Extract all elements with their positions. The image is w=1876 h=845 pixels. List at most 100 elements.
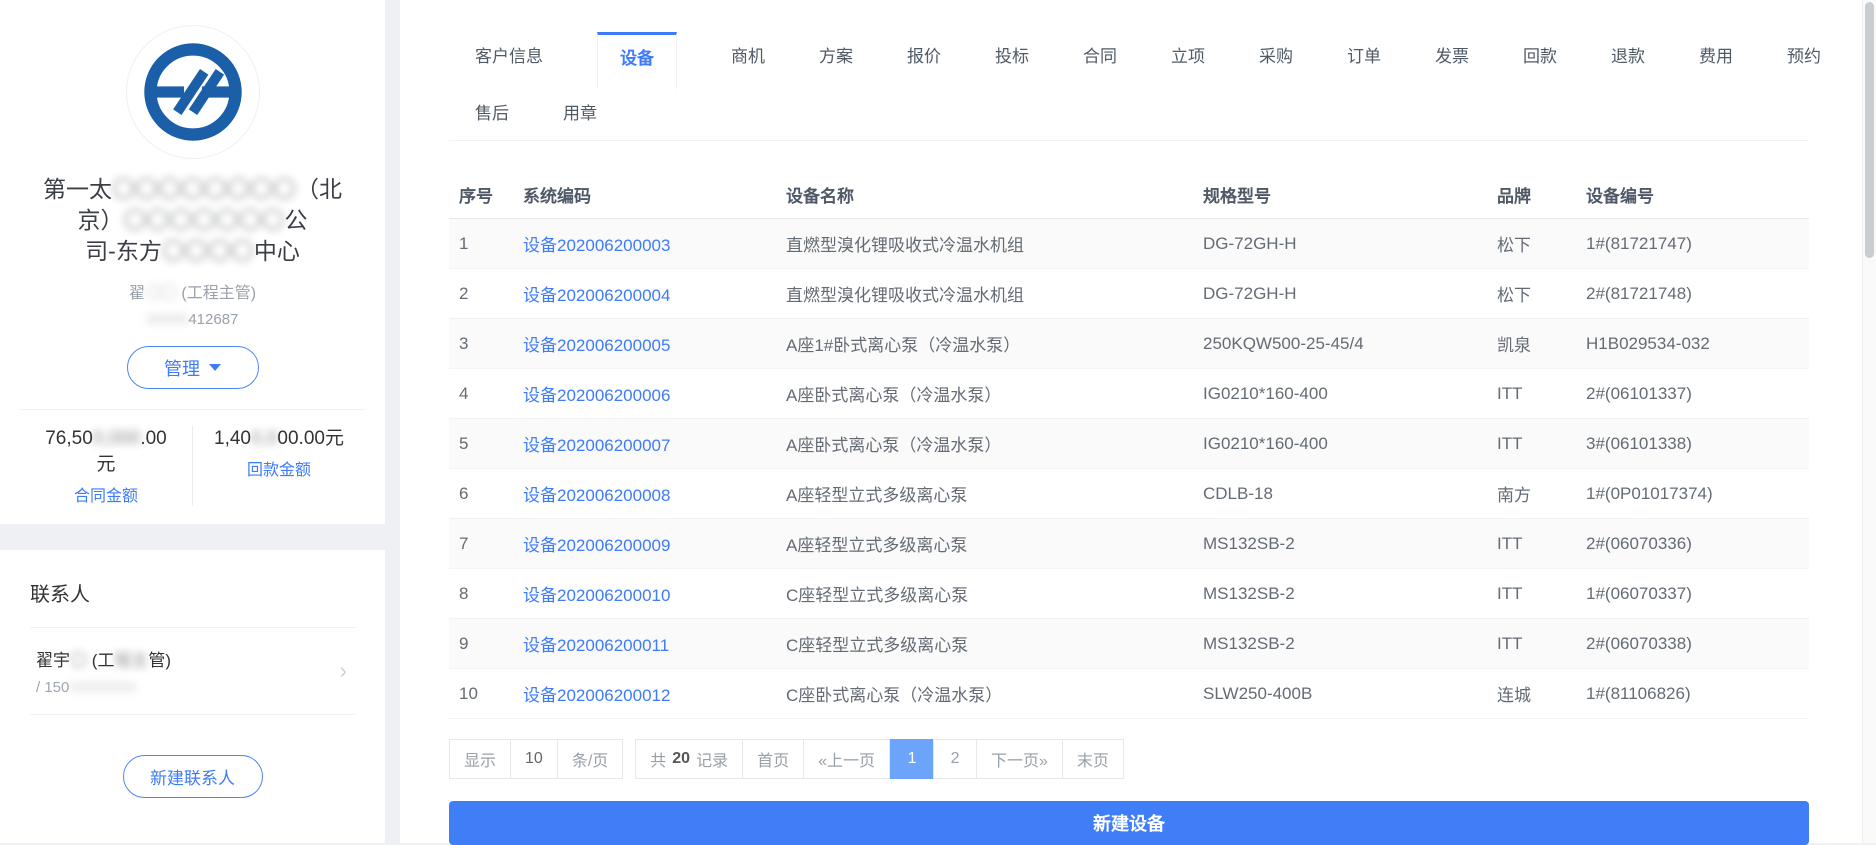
table-row: 1 设备202006200003 直燃型溴化锂吸收式冷温水机组 DG-72GH-H 松下… (449, 219, 1809, 269)
tab-equipment[interactable]: 设备 (597, 32, 677, 89)
cell-name: A座1#卧式离心泵（冷温水泵） (786, 336, 1021, 355)
sidebar: 第一太〇〇〇〇〇〇〇〇（北 京）〇〇〇〇〇〇〇公 司-东方〇〇〇〇中心 翟〇〇 … (0, 0, 385, 843)
main-panel: 客户信息 设备 商机 方案 报价 投标 合同 立项 采购 订单 发票 回款 退款 费用 预约 售后 用章 序号… (400, 0, 1862, 845)
cell-code[interactable]: 设备202006200005 (523, 331, 786, 356)
cell-brand: 南方 (1497, 486, 1531, 505)
manage-button[interactable]: 管理 (126, 346, 259, 389)
next-page-button[interactable]: 下一页» (976, 739, 1063, 779)
table-row: 4 设备202006200006 A座卧式离心泵（冷温水泵） IG0210*160-4… (449, 369, 1809, 419)
cell-brand: ITT (1497, 383, 1523, 403)
tab-bidding[interactable]: 投标 (995, 0, 1029, 89)
cell-name: A座卧式离心泵（冷温水泵） (786, 386, 1002, 405)
tab-order[interactable]: 订单 (1347, 0, 1381, 89)
cell-seq: 6 (459, 483, 469, 503)
cell-name: A座轻型立式多级离心泵 (786, 536, 968, 555)
equipment-table: 序号 系统编码 设备名称 规格型号 品牌 设备编号 1 设备202006200003 直燃型溴… (449, 171, 1809, 719)
cell-name: C座轻型立式多级离心泵 (786, 636, 969, 655)
cell-code[interactable]: 设备202006200010 (523, 581, 786, 606)
tab-after-sales[interactable]: 售后 (475, 89, 509, 140)
cell-code[interactable]: 设备202006200006 (523, 381, 786, 406)
scrollbar-thumb[interactable] (1865, 2, 1874, 258)
tab-refund[interactable]: 退款 (1611, 0, 1645, 89)
cell-brand: ITT (1497, 633, 1523, 653)
cell-code[interactable]: 设备202006200007 (523, 431, 786, 456)
page-1[interactable]: 1 (890, 739, 935, 779)
cell-seq: 1 (459, 233, 469, 253)
cell-number: 1#(81106826) (1586, 683, 1691, 703)
cell-seq: 9 (459, 633, 469, 653)
cell-model: DG-72GH-H (1203, 233, 1297, 253)
per-page-label: 条/页 (556, 739, 624, 779)
cell-model: MS132SB-2 (1203, 533, 1295, 553)
caret-down-icon (209, 364, 221, 371)
col-header-number: 设备编号 (1586, 187, 1654, 206)
table-row: 8 设备202006200010 C座轻型立式多级离心泵 MS132SB-2 ITT 1#… (449, 569, 1809, 619)
tab-opportunity[interactable]: 商机 (731, 0, 765, 89)
col-header-brand: 品牌 (1497, 187, 1531, 206)
cell-code[interactable]: 设备202006200008 (523, 481, 786, 506)
table-row: 9 设备202006200011 C座轻型立式多级离心泵 MS132SB-2 ITT 2#… (449, 619, 1809, 669)
page-size-value[interactable]: 10 (510, 739, 558, 779)
vertical-scrollbar (1862, 0, 1876, 843)
contact-list-item[interactable]: 翟宇〇 (工程主管) / 15000000000 › (30, 628, 355, 715)
contract-amount-metric: 76,500,000.00 元 合同金额 (20, 426, 192, 506)
cell-code[interactable]: 设备202006200011 (523, 631, 786, 656)
company-logo (126, 26, 259, 158)
cell-code[interactable]: 设备202006200009 (523, 531, 786, 556)
cell-seq: 2 (459, 283, 469, 303)
table-row: 5 设备202006200007 A座卧式离心泵（冷温水泵） IG0210*160-4… (449, 419, 1809, 469)
table-header-row: 序号 系统编码 设备名称 规格型号 品牌 设备编号 (449, 171, 1809, 219)
cell-code[interactable]: 设备202006200003 (523, 231, 786, 256)
tab-solution[interactable]: 方案 (819, 0, 853, 89)
cell-number: 2#(06070338) (1586, 633, 1692, 653)
tab-payment-collection[interactable]: 回款 (1523, 0, 1557, 89)
cell-name: C座轻型立式多级离心泵 (786, 586, 969, 605)
tab-contract[interactable]: 合同 (1083, 0, 1117, 89)
show-label: 显示 (449, 739, 512, 779)
cell-brand: ITT (1497, 433, 1523, 453)
last-page-button[interactable]: 末页 (1061, 739, 1124, 779)
cell-number: H1B029534-032 (1586, 333, 1710, 353)
received-amount-label[interactable]: 回款金额 (193, 456, 365, 480)
received-amount-value: 1,400,000.00元 (214, 428, 344, 449)
new-device-button[interactable]: 新建设备 (449, 801, 1809, 845)
tab-appointment[interactable]: 预约 (1787, 0, 1821, 89)
tab-seal[interactable]: 用章 (563, 89, 597, 140)
contract-amount-label[interactable]: 合同金额 (20, 482, 192, 506)
tab-procurement[interactable]: 采购 (1259, 0, 1293, 89)
first-page-button[interactable]: 首页 (742, 739, 805, 779)
tab-quotation[interactable]: 报价 (907, 0, 941, 89)
cell-model: MS132SB-2 (1203, 583, 1295, 603)
company-name-line-1: 第一太〇〇〇〇〇〇〇〇（北 (43, 176, 342, 202)
pager-group: 共 20 记录 首页 «上一页 12 下一页» 末页 (635, 739, 1124, 779)
total-prefix: 共 (650, 753, 667, 770)
tab-customer-info[interactable]: 客户信息 (475, 0, 543, 89)
cell-code[interactable]: 设备202006200012 (523, 681, 786, 706)
table-row: 7 设备202006200009 A座轻型立式多级离心泵 MS132SB-2 ITT 2#… (449, 519, 1809, 569)
cell-seq: 7 (459, 533, 469, 553)
cell-code[interactable]: 设备202006200004 (523, 281, 786, 306)
cell-seq: 10 (459, 683, 478, 703)
table-row: 10 设备202006200012 C座卧式离心泵（冷温水泵） SLW250-400B… (449, 669, 1809, 719)
tab-project-approval[interactable]: 立项 (1171, 0, 1205, 89)
cell-brand: ITT (1497, 583, 1523, 603)
company-name: 第一太〇〇〇〇〇〇〇〇（北 京）〇〇〇〇〇〇〇公 司-东方〇〇〇〇中心 (20, 174, 365, 267)
page-2[interactable]: 2 (933, 739, 978, 779)
cell-model: CDLB-18 (1203, 483, 1273, 503)
cell-brand: ITT (1497, 533, 1523, 553)
cell-seq: 3 (459, 333, 469, 353)
total-suffix: 记录 (696, 753, 729, 770)
prev-page-button[interactable]: «上一页 (803, 739, 891, 779)
cell-name: C座卧式离心泵（冷温水泵） (786, 686, 1003, 705)
owner-name: 翟〇〇 (工程主管) (128, 285, 257, 302)
cell-number: 2#(06070336) (1586, 533, 1692, 553)
chevron-right-icon[interactable]: › (340, 660, 347, 682)
col-header-name: 设备名称 (786, 187, 854, 206)
cell-number: 1#(81721747) (1586, 233, 1692, 253)
amount-metrics: 76,500,000.00 元 合同金额 1,400,000.00元 回款金额 (20, 409, 365, 524)
new-contact-button[interactable]: 新建联系人 (122, 755, 263, 798)
tab-invoice[interactable]: 发票 (1435, 0, 1469, 89)
tab-bar: 客户信息 设备 商机 方案 报价 投标 合同 立项 采购 订单 发票 回款 退款 费用 预约 售后 用章 (449, 0, 1821, 141)
cell-model: SLW250-400B (1203, 683, 1313, 703)
tab-expense[interactable]: 费用 (1699, 0, 1733, 89)
